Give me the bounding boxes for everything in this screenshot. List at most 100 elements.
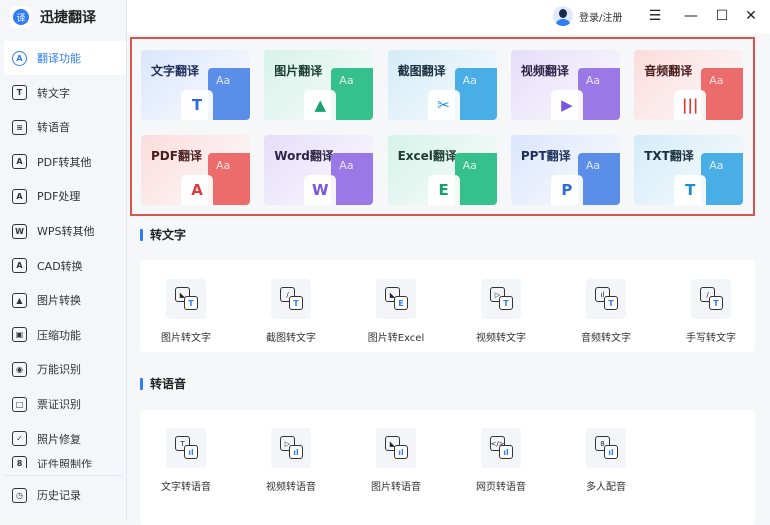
card-label: 视频翻译 bbox=[520, 64, 569, 78]
card-icon: ▲ bbox=[304, 90, 337, 120]
tool-icon: ıl T bbox=[586, 279, 626, 319]
doc-text: Aa bbox=[216, 159, 231, 172]
tool-label: 音频转文字 bbox=[581, 333, 631, 344]
tool-label: 手写转文字 bbox=[686, 333, 736, 344]
card-label: 图片翻译 bbox=[274, 64, 323, 78]
sidebar-item-label: PDF处理 bbox=[37, 190, 81, 204]
sidebar-item[interactable]: A 翻译功能 bbox=[4, 41, 126, 75]
tool-item[interactable]: ıl T 音频转文字 bbox=[561, 279, 651, 344]
close-icon[interactable]: ✕ bbox=[743, 8, 759, 24]
tool-icon: ◣ T bbox=[166, 279, 206, 319]
sidebar-item[interactable]: ◉ 万能识别 bbox=[4, 352, 126, 386]
document-icon: Aa bbox=[454, 68, 497, 120]
tool-item[interactable]: / T 截图转文字 bbox=[246, 279, 336, 344]
tool-item[interactable]: 8 ıl 多人配音 bbox=[561, 428, 651, 493]
tool-item[interactable]: / T 手写转文字 bbox=[666, 279, 756, 344]
sidebar-item-label: 转文字 bbox=[37, 86, 70, 100]
card-icon: ✂ bbox=[427, 90, 460, 120]
sidebar-item[interactable]: A PDF处理 bbox=[4, 179, 126, 213]
target-glyph: ıl bbox=[394, 445, 408, 459]
target-glyph: ıl bbox=[289, 445, 303, 459]
sidebar-item[interactable]: ✓ 照片修复 bbox=[4, 422, 126, 456]
sidebar-item[interactable]: □ 票证识别 bbox=[4, 387, 126, 421]
login-button[interactable]: 登录/注册 bbox=[553, 6, 622, 26]
doc-text: Aa bbox=[709, 159, 724, 172]
sidebar-item[interactable]: T 转文字 bbox=[4, 76, 126, 110]
document-icon: Aa bbox=[701, 68, 744, 120]
sidebar-item-icon: ▲ bbox=[12, 292, 27, 308]
document-icon: Aa bbox=[208, 68, 250, 120]
sidebar-item[interactable]: A PDF转其他 bbox=[4, 145, 126, 179]
sidebar-item-label: 压缩功能 bbox=[37, 328, 81, 342]
translate-card[interactable]: 图片翻译 Aa ▲ bbox=[264, 50, 374, 120]
translate-card[interactable]: PPT翻译 Aa P bbox=[510, 135, 620, 205]
target-glyph: T bbox=[289, 296, 303, 310]
target-glyph: T bbox=[184, 296, 198, 310]
translate-card[interactable]: Word翻译 Aa W bbox=[264, 135, 374, 205]
document-icon: Aa bbox=[208, 153, 250, 205]
doc-text: Aa bbox=[585, 159, 601, 172]
sidebar-item-history[interactable]: ◷ 历史记录 bbox=[4, 478, 126, 512]
sidebar-item[interactable]: ▣ 压缩功能 bbox=[4, 318, 126, 352]
sidebar-item-icon: A bbox=[12, 50, 27, 66]
app-logo: 译 迅捷翻译 bbox=[10, 4, 96, 30]
tool-icon: / T bbox=[691, 279, 731, 319]
tool-label: 图片转Excel bbox=[367, 333, 425, 344]
tool-item[interactable]: </> ıl 网页转语音 bbox=[456, 428, 546, 493]
doc-text: Aa bbox=[339, 159, 354, 172]
tool-item[interactable]: ▷ ıl 视频转语音 bbox=[246, 428, 336, 493]
doc-text: Aa bbox=[585, 74, 601, 87]
sidebar-item-icon: ✓ bbox=[12, 431, 27, 447]
sidebar-item-label: 翻译功能 bbox=[37, 52, 81, 65]
sidebar-item[interactable]: ≋ 转语音 bbox=[4, 110, 126, 144]
card-label: PDF翻译 bbox=[151, 149, 202, 163]
maximize-icon[interactable]: ☐ bbox=[714, 8, 730, 24]
tool-item[interactable]: ◣ ıl 图片转语音 bbox=[351, 428, 441, 493]
document-icon: Aa bbox=[701, 153, 744, 205]
tool-icon: Tıl bbox=[166, 428, 206, 468]
translate-card[interactable]: PDF翻译 Aa A bbox=[141, 135, 250, 205]
tool-label: 多人配音 bbox=[586, 482, 626, 493]
card-label: TXT翻译 bbox=[644, 149, 694, 163]
tool-icon: / T bbox=[271, 279, 311, 319]
doc-text: Aa bbox=[339, 74, 354, 87]
minimize-icon[interactable]: — bbox=[683, 8, 699, 24]
translate-card[interactable]: 文字翻译 Aa T bbox=[141, 50, 250, 120]
card-label: 截图翻译 bbox=[397, 64, 446, 78]
sidebar-item-label: 图片转换 bbox=[37, 294, 81, 308]
tool-item[interactable]: ▷ T 视频转文字 bbox=[456, 279, 546, 344]
translate-card[interactable]: Excel翻译 Aa E bbox=[387, 135, 497, 205]
menu-icon[interactable]: ☰ bbox=[647, 8, 663, 24]
tool-item[interactable]: ◣ T 图片转文字 bbox=[141, 279, 231, 344]
sidebar-item-label: 万能识别 bbox=[37, 363, 81, 377]
title-bar bbox=[127, 0, 770, 34]
translate-card[interactable]: 音频翻译 Aa ||| bbox=[634, 50, 744, 120]
sidebar-item[interactable]: ▲ 图片转换 bbox=[4, 283, 126, 317]
sidebar-item-icon: □ bbox=[12, 396, 27, 412]
card-label: Excel翻译 bbox=[397, 149, 457, 163]
divider bbox=[4, 475, 122, 476]
login-label: 登录/注册 bbox=[579, 12, 623, 24]
sidebar-item[interactable]: W WPS转其他 bbox=[4, 214, 126, 248]
sidebar-item-label: WPS转其他 bbox=[37, 225, 95, 238]
sidebar-item-label: 证件照制作 bbox=[37, 458, 92, 469]
translate-card[interactable]: TXT翻译 Aa T bbox=[634, 135, 744, 205]
sidebar-item[interactable]: 8 证件照制作 bbox=[4, 456, 126, 469]
translate-card[interactable]: 截图翻译 Aa ✂ bbox=[387, 50, 497, 120]
card-label: Word翻译 bbox=[274, 149, 334, 163]
sidebar-item-icon: W bbox=[12, 223, 27, 239]
card-icon: T bbox=[674, 175, 707, 205]
sidebar-item-icon: A bbox=[12, 258, 27, 274]
tool-item[interactable]: Tıl 文字转语音 bbox=[141, 428, 231, 493]
sidebar-item-label: 票证识别 bbox=[37, 398, 81, 411]
tool-label: 文字转语音 bbox=[161, 482, 211, 493]
to-text-panel bbox=[140, 260, 755, 352]
app-title: 迅捷翻译 bbox=[40, 10, 96, 26]
tool-label: 截图转文字 bbox=[266, 333, 316, 344]
translate-card[interactable]: 视频翻译 Aa ▶ bbox=[510, 50, 620, 120]
tool-item[interactable]: ◣ E 图片转Excel bbox=[351, 279, 441, 344]
sidebar-item[interactable]: A CAD转换 bbox=[4, 249, 126, 283]
sidebar-item-icon: ▣ bbox=[12, 327, 27, 343]
tool-label: 视频转语音 bbox=[266, 482, 316, 493]
sidebar-item-label: PDF转其他 bbox=[37, 155, 92, 169]
